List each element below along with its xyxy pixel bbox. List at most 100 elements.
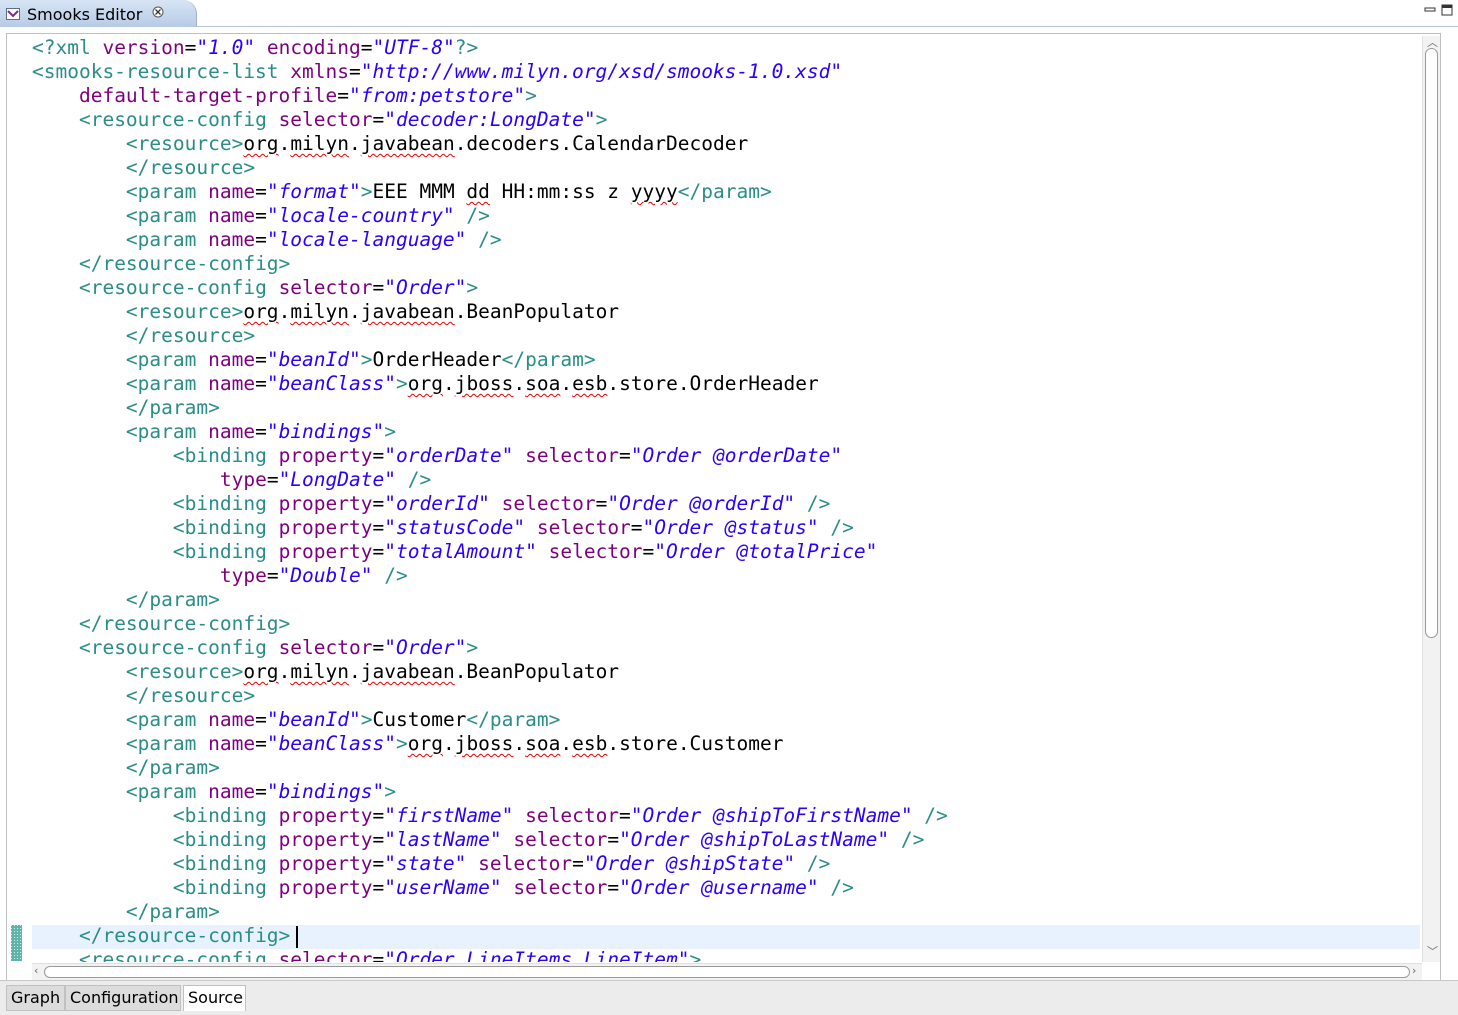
code-line[interactable]: <binding property="totalAmount" selector… bbox=[32, 540, 877, 564]
xml-text-token: = bbox=[372, 444, 385, 467]
code-line[interactable]: </resource-config> bbox=[32, 612, 290, 636]
code-line[interactable]: <binding property="orderDate" selector="… bbox=[32, 444, 842, 468]
code-line[interactable]: <resource>org.milyn.javabean.decoders.Ca… bbox=[32, 132, 748, 156]
code-line[interactable]: <resource-config selector="Order"> bbox=[32, 636, 478, 660]
xml-text-token bbox=[513, 804, 525, 827]
xml-text-token: = bbox=[348, 60, 361, 83]
code-line[interactable]: <?xml version="1.0" encoding="UTF-8"?> bbox=[32, 36, 478, 60]
xml-text-token: = bbox=[372, 492, 385, 515]
editor-tab[interactable]: Smooks Editor bbox=[0, 0, 197, 27]
code-line[interactable]: </param> bbox=[32, 396, 220, 420]
xml-text-token: = bbox=[255, 348, 267, 371]
code-line[interactable]: <param name="beanClass">org.jboss.soa.es… bbox=[32, 372, 819, 396]
xml-tag-token: </resource-config> bbox=[78, 924, 291, 947]
vertical-scroll-thumb[interactable] bbox=[1425, 48, 1438, 638]
misspelled-token: milyn bbox=[290, 660, 350, 683]
xml-text-token bbox=[466, 852, 478, 875]
code-line[interactable]: </resource-config> bbox=[32, 924, 290, 948]
code-line[interactable]: <param name="beanId">OrderHeader</param> bbox=[32, 348, 596, 372]
xml-tag-token: </resource-config> bbox=[78, 252, 291, 275]
code-line[interactable]: <binding property="orderId" selector="Or… bbox=[32, 492, 831, 516]
xml-tag-token: ?> bbox=[454, 36, 479, 59]
code-line[interactable]: <param name="bindings"> bbox=[32, 780, 396, 804]
tab-source[interactable]: Source bbox=[183, 985, 246, 1011]
xml-text-token: = bbox=[372, 804, 385, 827]
code-line[interactable]: </param> bbox=[32, 588, 220, 612]
xml-value-token: "Order @status" bbox=[642, 516, 819, 539]
code-line[interactable]: </param> bbox=[32, 900, 220, 924]
code-line[interactable]: <resource-config selector="decoder:LongD… bbox=[32, 108, 607, 132]
xml-tag-token: <binding bbox=[172, 540, 279, 563]
xml-text-token: = bbox=[372, 108, 385, 131]
misspelled-token: org bbox=[243, 300, 279, 323]
vertical-scrollbar[interactable]: ︿ ﹀ bbox=[1422, 36, 1440, 962]
xml-text-token: .store.Customer bbox=[607, 732, 784, 755]
tab-configuration[interactable]: Configuration bbox=[65, 985, 181, 1011]
code-line[interactable]: <binding property="userName" selector="O… bbox=[32, 876, 854, 900]
scroll-right-icon[interactable]: › bbox=[1412, 965, 1416, 977]
xml-text-token bbox=[32, 828, 173, 851]
xml-text-token: . bbox=[349, 300, 361, 323]
xml-tag-token: </param> bbox=[466, 708, 561, 731]
horizontal-scroll-thumb[interactable] bbox=[44, 966, 1410, 978]
xml-tag-token: </param> bbox=[125, 900, 220, 923]
code-line[interactable]: </resource-config> bbox=[32, 252, 290, 276]
xml-tag-token: /> bbox=[795, 852, 831, 875]
code-line[interactable]: </resource> bbox=[32, 156, 255, 180]
misspelled-token: soa bbox=[525, 372, 561, 395]
code-line[interactable]: type="Double" /> bbox=[32, 564, 408, 588]
code-line[interactable]: <resource-config selector="Order LineIte… bbox=[32, 948, 701, 962]
code-line[interactable]: </resource> bbox=[32, 684, 255, 708]
code-line[interactable]: </param> bbox=[32, 756, 220, 780]
xml-tag-token: </param> bbox=[125, 588, 220, 611]
xml-text-token: = bbox=[372, 636, 385, 659]
code-line[interactable]: <resource-config selector="Order"> bbox=[32, 276, 478, 300]
code-line[interactable]: <resource>org.milyn.javabean.BeanPopulat… bbox=[32, 300, 619, 324]
xml-text-token: = bbox=[372, 516, 385, 539]
scroll-down-icon[interactable]: ﹀ bbox=[1427, 946, 1438, 958]
code-line[interactable]: </resource> bbox=[32, 324, 255, 348]
misspelled-token: esb bbox=[572, 732, 608, 755]
xml-text-token: = bbox=[255, 708, 267, 731]
code-line[interactable]: <param name="bindings"> bbox=[32, 420, 396, 444]
code-line[interactable]: <binding property="firstName" selector="… bbox=[32, 804, 948, 828]
xml-text-token: . bbox=[278, 300, 291, 323]
xml-tag-token: /> bbox=[454, 204, 490, 227]
xml-text-token bbox=[537, 540, 549, 563]
code-line[interactable]: default-target-profile="from:petstore"> bbox=[32, 84, 537, 108]
xml-text-token bbox=[32, 132, 126, 155]
xml-tag-token: </resource-config> bbox=[78, 612, 291, 635]
xml-text-token: . bbox=[560, 732, 573, 755]
xml-text-token: = bbox=[372, 828, 385, 851]
xml-source-editor[interactable]: <?xml version="1.0" encoding="UTF-8"?> <s… bbox=[32, 34, 1420, 962]
xml-text-token: = bbox=[607, 828, 620, 851]
xml-attribute-token: type bbox=[219, 468, 267, 491]
horizontal-scrollbar[interactable]: ‹ › bbox=[32, 963, 1422, 980]
code-line[interactable]: <binding property="statusCode" selector=… bbox=[32, 516, 854, 540]
xml-attribute-token: encoding bbox=[266, 36, 361, 59]
xml-text-token: . bbox=[349, 132, 361, 155]
xml-text-token: = bbox=[255, 180, 267, 203]
code-line[interactable]: <binding property="state" selector="Orde… bbox=[32, 852, 831, 876]
code-line[interactable]: <param name="format">EEE MMM dd HH:mm:ss… bbox=[32, 180, 772, 204]
code-line[interactable]: <param name="beanClass">org.jboss.soa.es… bbox=[32, 732, 784, 756]
minimize-icon[interactable] bbox=[1424, 4, 1436, 16]
code-line[interactable]: <resource>org.milyn.javabean.BeanPopulat… bbox=[32, 660, 619, 684]
scroll-left-icon[interactable]: ‹ bbox=[34, 965, 38, 977]
code-line[interactable]: type="LongDate" /> bbox=[32, 468, 431, 492]
maximize-icon[interactable] bbox=[1441, 4, 1453, 16]
xml-tag-token: /> bbox=[818, 516, 854, 539]
code-line[interactable]: <binding property="lastName" selector="O… bbox=[32, 828, 924, 852]
tab-graph[interactable]: Graph bbox=[6, 985, 65, 1011]
xml-text-token bbox=[32, 276, 79, 299]
code-line[interactable]: <param name="locale-language" /> bbox=[32, 228, 502, 252]
code-line[interactable]: <smooks-resource-list xmlns="http://www.… bbox=[32, 60, 842, 84]
xml-tag-token: /> bbox=[372, 564, 408, 587]
xml-text-token bbox=[32, 588, 126, 611]
close-icon[interactable] bbox=[152, 6, 164, 18]
xml-attribute-token: name bbox=[208, 420, 256, 443]
code-line[interactable]: <param name="locale-country" /> bbox=[32, 204, 490, 228]
code-line[interactable]: <param name="beanId">Customer</param> bbox=[32, 708, 560, 732]
editor-page-tabs: Graph Configuration Source bbox=[0, 980, 1458, 1015]
xml-tag-token: <binding bbox=[172, 852, 279, 875]
